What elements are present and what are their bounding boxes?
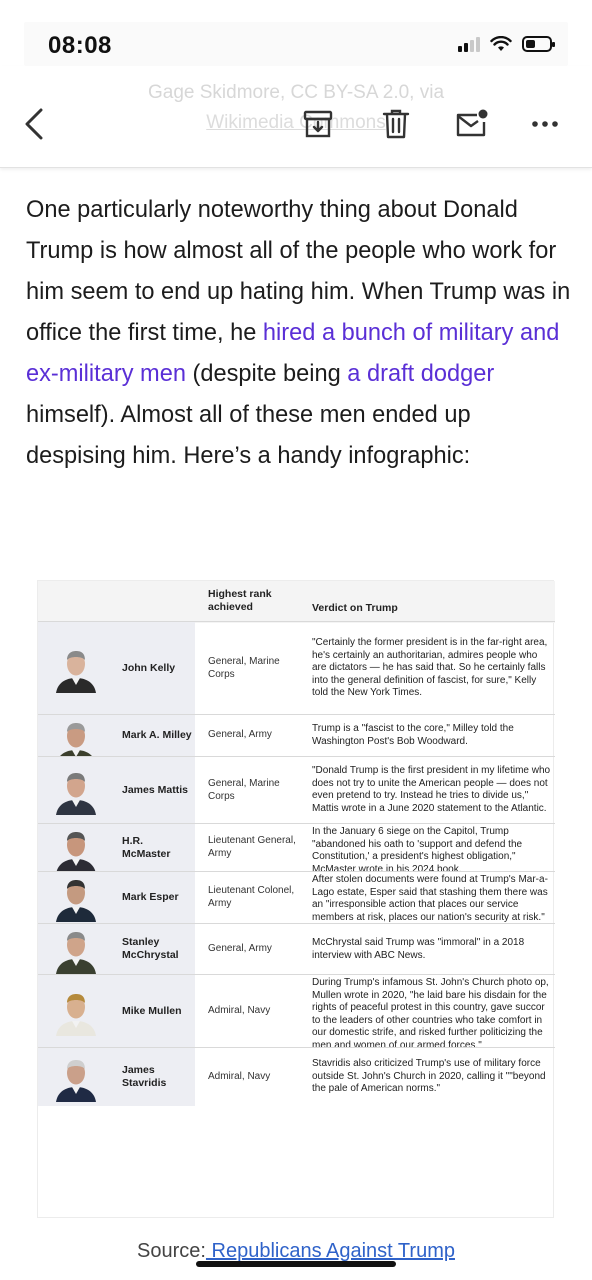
infographic-image[interactable]: Highest rank achieved Verdict on Trump J…	[37, 580, 555, 1218]
infographic-row: James Stavridis Admiral, Navy Stavridis al…	[38, 1047, 555, 1106]
portrait-photo	[56, 993, 96, 1036]
status-icons	[458, 36, 555, 52]
person-name: John Kelly	[122, 662, 176, 674]
portrait-photo	[56, 1059, 96, 1102]
person-name: Mike Mullen	[122, 1005, 182, 1017]
verdict-text: In the January 6 siege on the Capitol, T…	[312, 826, 523, 875]
person-name: James Stavridis	[122, 1064, 167, 1089]
status-bar: 08:08	[24, 22, 568, 66]
source-line: Source: Republicans Against Trump	[0, 1240, 592, 1263]
portrait-photo	[56, 932, 96, 974]
verdict-text: After stolen documents were found at Tru…	[312, 874, 548, 923]
person-name: Stanley McChrystal	[122, 936, 179, 961]
archive-icon	[303, 110, 333, 138]
wifi-icon	[490, 36, 512, 51]
person-name: Mark Esper	[122, 891, 179, 903]
mark-unread-button[interactable]	[452, 104, 492, 144]
verdict-text: During Trump's infamous St. John's Churc…	[312, 977, 549, 1051]
home-indicator[interactable]	[196, 1261, 396, 1267]
verdict-column-header: Verdict on Trump	[312, 602, 398, 614]
delete-button[interactable]	[376, 104, 416, 144]
verdict-text: "Donald Trump is the first president in …	[312, 765, 551, 814]
rank-text: General, Marine Corps	[208, 656, 280, 680]
infographic-row: H.R. McMaster Lieutenant General, Army In …	[38, 823, 555, 875]
draft-dodger-link[interactable]: a draft dodger	[347, 361, 494, 387]
back-icon	[25, 108, 43, 140]
battery-icon	[522, 36, 555, 52]
back-button[interactable]	[14, 104, 54, 144]
infographic-row: Mark Esper Lieutenant Colonel, Army After …	[38, 871, 555, 923]
portrait-photo	[56, 880, 96, 922]
mail-toolbar: Gage Skidmore, CC BY-SA 2.0, via Wikimed…	[0, 66, 592, 168]
verdict-text: McChrystal said Trump was "immoral" in a…	[312, 937, 525, 961]
person-name: H.R. McMaster	[122, 835, 171, 860]
portrait-photo	[56, 772, 96, 815]
article-paragraph: One particularly noteworthy thing about …	[26, 190, 571, 477]
infographic-row: Mark A. Milley General, Army Trump is a "f…	[38, 714, 555, 765]
article-text: himself). Almost all of these men ended …	[26, 402, 471, 469]
mail-unread-icon	[456, 109, 488, 137]
rank-column-header: Highest rank achieved	[208, 588, 272, 613]
archive-button[interactable]	[298, 104, 338, 144]
cellular-signal-icon	[458, 36, 480, 52]
infographic-row: James Mattis General, Marine Corps "Donald…	[38, 756, 555, 823]
verdict-text: Trump is a "fascist to the core," Milley…	[312, 723, 514, 747]
rank-text: General, Marine Corps	[208, 778, 280, 802]
rank-text: Admiral, Navy	[208, 1005, 271, 1016]
rank-text: Lieutenant General, Army	[208, 835, 296, 859]
infographic-row: John Kelly General, Marine Corps "Certainl…	[38, 621, 555, 714]
person-name: Mark A. Milley	[122, 729, 192, 741]
infographic-header: Highest rank achieved Verdict on Trump	[38, 581, 555, 623]
more-button[interactable]	[525, 104, 565, 144]
more-icon	[532, 121, 558, 127]
rank-text: Admiral, Navy	[208, 1071, 271, 1082]
trash-icon	[382, 109, 410, 139]
source-label: Source:	[137, 1240, 206, 1262]
portrait-photo	[56, 832, 96, 874]
rank-text: General, Army	[208, 729, 272, 740]
source-link[interactable]: Republicans Against Trump	[206, 1240, 455, 1262]
verdict-text: "Certainly the former president is in th…	[312, 637, 548, 699]
person-name: James Mattis	[122, 784, 188, 796]
article-text: (despite being	[185, 361, 348, 387]
infographic-row: Mike Mullen Admiral, Navy During Trump's i…	[38, 974, 555, 1051]
verdict-text: Stavridis also criticized Trump's use of…	[312, 1058, 546, 1095]
infographic-row: Stanley McChrystal General, Army McChrysta…	[38, 923, 555, 974]
rank-text: General, Army	[208, 943, 272, 954]
portrait-photo	[56, 650, 96, 693]
image-caption-link-behind: Wikimedia Commons	[206, 112, 386, 133]
image-caption-behind: Gage Skidmore, CC BY-SA 2.0, via	[147, 82, 445, 103]
status-time: 08:08	[48, 32, 112, 59]
rank-text: Lieutenant Colonel, Army	[208, 885, 295, 909]
